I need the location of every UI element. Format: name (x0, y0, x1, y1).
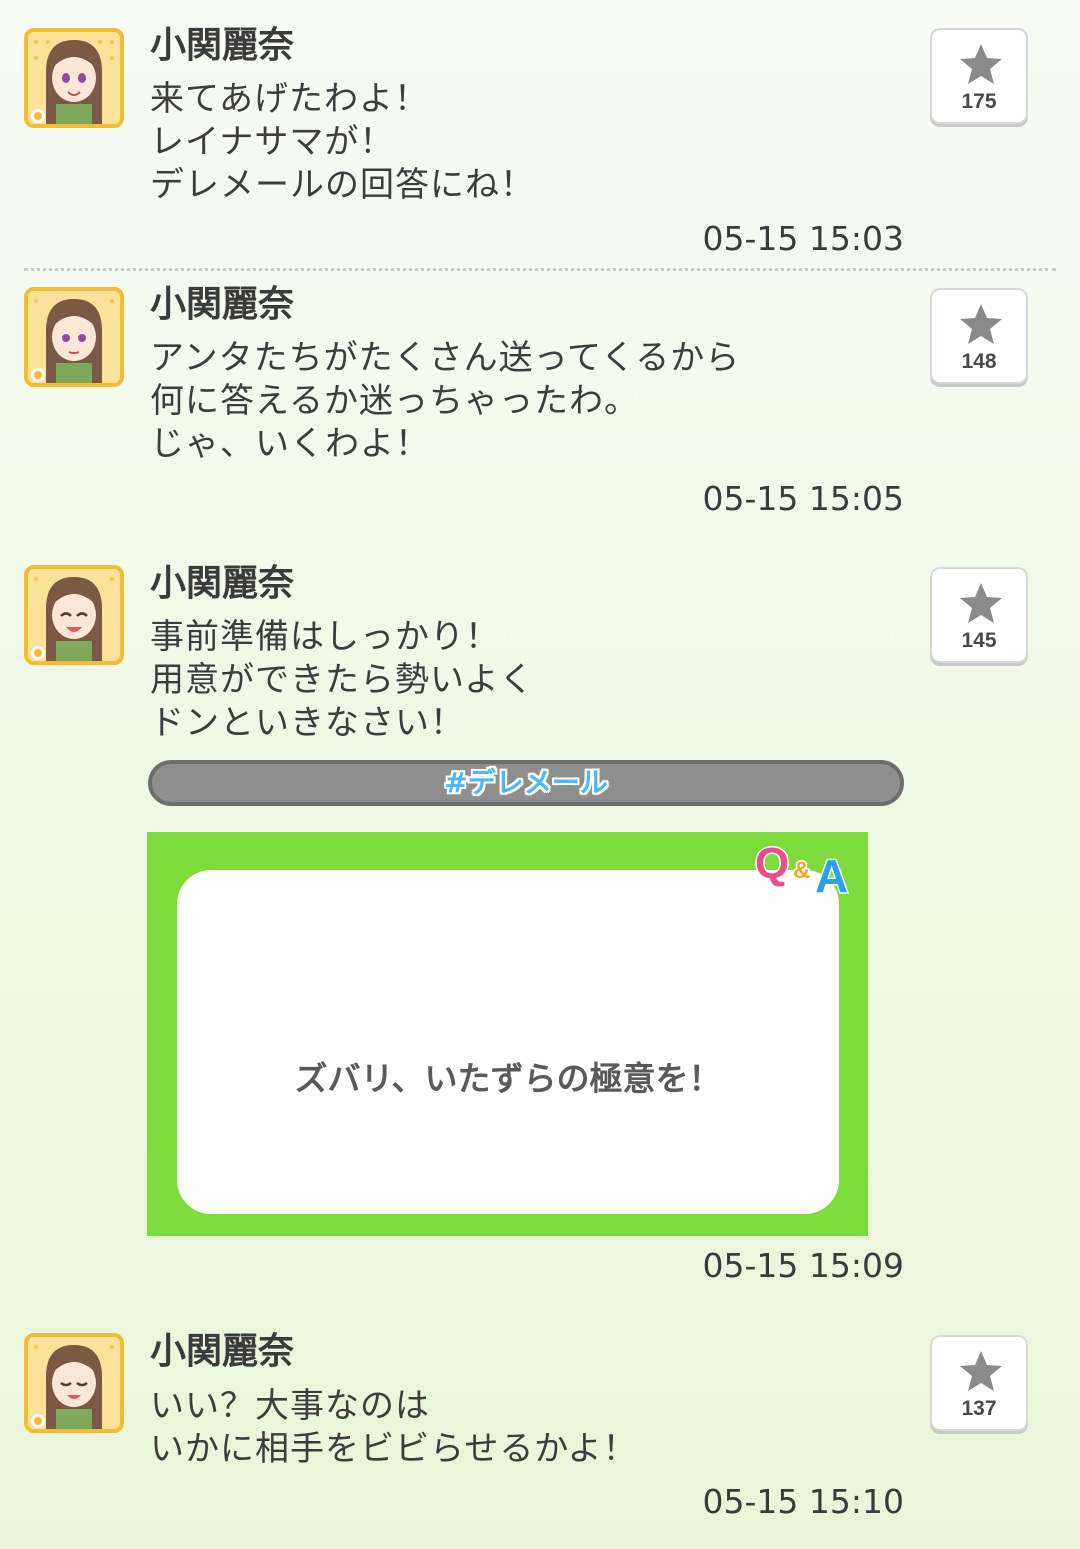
author-name: 小関麗奈 (150, 1331, 295, 1372)
message-line: 何に答えるか迷っちゃったわ。 (150, 381, 639, 421)
author-name: 小関麗奈 (150, 284, 295, 325)
star-count: 148 (961, 350, 997, 373)
qa-badge-icon: Q & A (754, 838, 850, 899)
message-text: 事前準備はしっかり！ 用意ができたら勢いよく ドンといきなさい！ (150, 616, 534, 745)
hashtag-link[interactable]: #デレメール (148, 760, 904, 806)
message-line: アンタたちがたくさん送ってくるから (150, 338, 741, 378)
star-button[interactable]: 175 (930, 28, 1028, 124)
star-icon (960, 44, 1002, 84)
star-icon (960, 304, 1002, 344)
timestamp: 05-15 15:05 (702, 479, 904, 518)
star-button[interactable]: 148 (930, 288, 1028, 384)
author-name: 小関麗奈 (150, 25, 295, 66)
star-count: 137 (961, 1397, 997, 1420)
qa-image-card[interactable]: ズバリ、いたずらの極意を！ Q & A (147, 832, 868, 1236)
message-line: いい？大事なのは (150, 1386, 430, 1426)
divider (24, 268, 1056, 271)
avatar[interactable] (24, 287, 124, 387)
avatar[interactable] (24, 28, 124, 128)
message-line: レイナサマが！ (150, 122, 395, 162)
message-text: アンタたちがたくさん送ってくるから 何に答えるか迷っちゃったわ。 じゃ、いくわよ… (150, 337, 740, 466)
character-portrait-icon (28, 32, 120, 124)
timestamp: 05-15 15:10 (702, 1482, 904, 1521)
star-count: 175 (961, 90, 997, 113)
message-line: 来てあげたわよ！ (150, 79, 429, 119)
timestamp: 05-15 15:03 (702, 219, 904, 258)
character-portrait-icon (28, 291, 120, 383)
message-text: 来てあげたわよ！ レイナサマが！ デレメールの回答にね！ (150, 78, 535, 207)
message-text: いい？大事なのは いかに相手をビビらせるかよ！ (150, 1385, 638, 1471)
timestamp: 05-15 15:09 (702, 1246, 904, 1285)
star-count: 145 (961, 629, 997, 652)
star-icon (960, 1351, 1002, 1391)
message-line: 用意ができたら勢いよく (150, 660, 535, 700)
qa-question-text: ズバリ、いたずらの極意を！ (294, 1059, 722, 1098)
hashtag-label: #デレメール (444, 766, 608, 799)
star-button[interactable]: 145 (930, 567, 1028, 663)
svg-text:Q: Q (755, 839, 789, 888)
message-line: いかに相手をビビらせるかよ！ (150, 1429, 638, 1469)
author-name: 小関麗奈 (150, 563, 295, 604)
message-line: じゃ、いくわよ！ (150, 424, 430, 464)
message-line: 事前準備はしっかり！ (150, 617, 500, 657)
star-icon (960, 583, 1002, 623)
qa-card-body: ズバリ、いたずらの極意を！ (177, 870, 839, 1214)
svg-text:A: A (815, 850, 848, 898)
svg-text:&: & (793, 857, 810, 884)
star-button[interactable]: 137 (930, 1335, 1028, 1431)
message-line: デレメールの回答にね！ (150, 165, 535, 205)
avatar[interactable] (24, 1333, 124, 1433)
character-portrait-icon (28, 569, 120, 661)
avatar[interactable] (24, 565, 124, 665)
character-portrait-icon (28, 1337, 120, 1429)
message-line: ドンといきなさい！ (150, 703, 465, 743)
